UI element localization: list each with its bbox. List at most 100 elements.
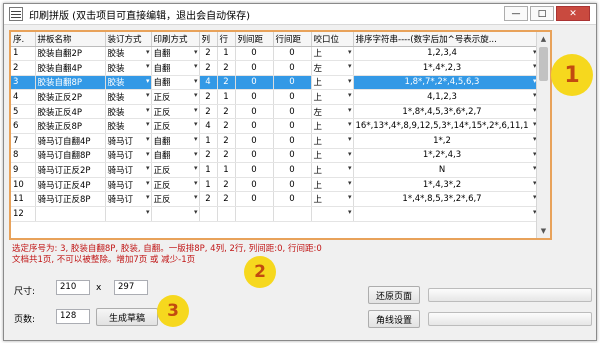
crop-marks-button[interactable]: 角线设置 (368, 310, 420, 328)
cell-col-row-gap[interactable]: 0 (273, 162, 312, 178)
cell-col-col-gap[interactable]: 0 (235, 162, 274, 178)
cell-col-col-gap[interactable]: 0 (235, 89, 274, 105)
cell-col-print[interactable]: 自翻 (151, 75, 200, 91)
cell-col-cols[interactable]: 1 (199, 133, 218, 149)
cell-col-print[interactable]: 自翻 (151, 148, 200, 164)
minimize-button[interactable]: — (504, 6, 528, 21)
cell-col-binding[interactable]: 骑马订 (105, 191, 152, 208)
cell-col-rows[interactable]: 2 (217, 118, 236, 135)
cell-col-row-gap[interactable]: 0 (273, 191, 312, 208)
cell-col-index[interactable]: 12 (11, 206, 36, 222)
cell-col-index[interactable]: 9 (11, 162, 36, 178)
scroll-up-icon[interactable]: ▲ (537, 32, 550, 46)
cell-col-print[interactable]: 正反 (151, 104, 200, 120)
cell-col-gripper[interactable]: 上 (311, 162, 354, 178)
cell-col-order[interactable]: 1,8*,7*,2*,4,5,6,3 (353, 75, 539, 91)
table-row[interactable]: 7骑马订自翻4P骑马订自翻1200上1*,2 (11, 133, 539, 149)
width-field[interactable]: 210 (56, 280, 90, 295)
cell-col-rows[interactable] (217, 206, 236, 222)
cell-col-gripper[interactable]: 左 (311, 104, 354, 120)
cell-col-index[interactable]: 11 (11, 191, 36, 208)
cell-col-binding[interactable]: 胶装 (105, 75, 152, 91)
cell-col-gripper[interactable]: 上 (311, 75, 354, 91)
cell-col-print[interactable]: 自翻 (151, 46, 200, 62)
cell-col-rows[interactable]: 1 (217, 46, 236, 62)
cell-col-order[interactable]: 1*,4,3*,2 (353, 177, 539, 193)
header-col-col-gap[interactable]: 列间距 (235, 32, 274, 47)
cell-col-gripper[interactable]: 上 (311, 89, 354, 105)
cell-col-col-gap[interactable]: 0 (235, 191, 274, 208)
cell-col-row-gap[interactable]: 0 (273, 89, 312, 105)
cell-col-order[interactable]: N (353, 162, 539, 178)
cell-col-rows[interactable]: 1 (217, 162, 236, 178)
cell-col-binding[interactable] (105, 206, 152, 222)
cell-col-print[interactable] (151, 206, 200, 222)
cell-col-index[interactable]: 10 (11, 177, 36, 193)
table-row[interactable]: 3胶装自翻8P胶装自翻4200上1,8*,7*,2*,4,5,6,3 (11, 75, 539, 91)
table-row[interactable]: 4胶装正反2P胶装正反2100上4,1,2,3 (11, 89, 539, 105)
cell-col-binding[interactable]: 骑马订 (105, 133, 152, 149)
cell-col-row-gap[interactable]: 0 (273, 133, 312, 149)
cell-col-cols[interactable]: 2 (199, 148, 218, 164)
cell-col-print[interactable]: 自翻 (151, 133, 200, 149)
cell-col-col-gap[interactable]: 0 (235, 104, 274, 120)
cell-col-name[interactable]: 胶装正反4P (35, 104, 106, 120)
table-row[interactable]: 9骑马订正反2P骑马订正反1100上N (11, 162, 539, 178)
restore-pages-button[interactable]: 还原页面 (368, 286, 420, 304)
cell-col-print[interactable]: 正反 (151, 89, 200, 105)
cell-col-name[interactable]: 胶装正反8P (35, 118, 106, 135)
cell-col-row-gap[interactable]: 0 (273, 118, 312, 135)
table-row[interactable]: 12 (11, 206, 539, 222)
action-bar-bottom[interactable] (428, 312, 592, 326)
cell-col-cols[interactable]: 2 (199, 60, 218, 76)
maximize-button[interactable]: □ (530, 6, 554, 21)
table-row[interactable]: 6胶装正反8P胶装正反4200上16*,13*,4*,8,9,12,5,3*,1… (11, 118, 539, 135)
cell-col-index[interactable]: 8 (11, 148, 36, 164)
table-row[interactable]: 1胶装自翻2P胶装自翻2100上1,2,3,4 (11, 46, 539, 62)
cell-col-name[interactable]: 骑马订正反4P (35, 177, 106, 193)
cell-col-order[interactable]: 4,1,2,3 (353, 89, 539, 105)
close-button[interactable]: ✕ (556, 6, 590, 21)
cell-col-gripper[interactable]: 上 (311, 177, 354, 193)
cell-col-col-gap[interactable]: 0 (235, 133, 274, 149)
cell-col-rows[interactable]: 2 (217, 133, 236, 149)
cell-col-binding[interactable]: 胶装 (105, 118, 152, 135)
header-col-name[interactable]: 拼板名称 (35, 32, 106, 47)
cell-col-order[interactable]: 1*,4*,2,3 (353, 60, 539, 76)
table-row[interactable]: 5胶装正反4P胶装正反2200左1*,8*,4,5,3*,6*,2,7 (11, 104, 539, 120)
cell-col-cols[interactable]: 4 (199, 118, 218, 135)
cell-col-binding[interactable]: 骑马订 (105, 162, 152, 178)
cell-col-name[interactable]: 胶装自翻8P (35, 75, 106, 91)
table-row[interactable]: 2胶装自翻4P胶装自翻2200左1*,4*,2,3 (11, 60, 539, 76)
cell-col-order[interactable]: 1,2,3,4 (353, 46, 539, 62)
cell-col-name[interactable]: 骑马订自翻8P (35, 148, 106, 164)
cell-col-row-gap[interactable]: 0 (273, 104, 312, 120)
cell-col-index[interactable]: 2 (11, 60, 36, 76)
cell-col-rows[interactable]: 2 (217, 60, 236, 76)
cell-col-cols[interactable]: 2 (199, 89, 218, 105)
cell-col-cols[interactable]: 2 (199, 104, 218, 120)
cell-col-order[interactable]: 1*,2 (353, 133, 539, 149)
cell-col-gripper[interactable] (311, 206, 354, 222)
cell-col-col-gap[interactable]: 0 (235, 177, 274, 193)
cell-col-rows[interactable]: 2 (217, 104, 236, 120)
cell-col-col-gap[interactable]: 0 (235, 60, 274, 76)
cell-col-order[interactable]: 1*,4*,8,5,3*,2*,6,7 (353, 191, 539, 208)
cell-col-col-gap[interactable]: 0 (235, 118, 274, 135)
cell-col-index[interactable]: 4 (11, 89, 36, 105)
header-col-cols[interactable]: 列 (199, 32, 218, 47)
header-col-row-gap[interactable]: 行间距 (273, 32, 312, 47)
cell-col-gripper[interactable]: 上 (311, 148, 354, 164)
cell-col-cols[interactable]: 1 (199, 162, 218, 178)
cell-col-row-gap[interactable] (273, 206, 312, 222)
cell-col-binding[interactable]: 胶装 (105, 60, 152, 76)
cell-col-print[interactable]: 正反 (151, 118, 200, 135)
cell-col-cols[interactable]: 2 (199, 191, 218, 208)
cell-col-col-gap[interactable] (235, 206, 274, 222)
cell-col-row-gap[interactable]: 0 (273, 75, 312, 91)
cell-col-gripper[interactable]: 上 (311, 191, 354, 208)
cell-col-order[interactable]: 1*,2*,4,3 (353, 148, 539, 164)
pages-field[interactable]: 128 (56, 309, 90, 324)
cell-col-name[interactable]: 骑马订自翻4P (35, 133, 106, 149)
cell-col-name[interactable]: 胶装正反2P (35, 89, 106, 105)
